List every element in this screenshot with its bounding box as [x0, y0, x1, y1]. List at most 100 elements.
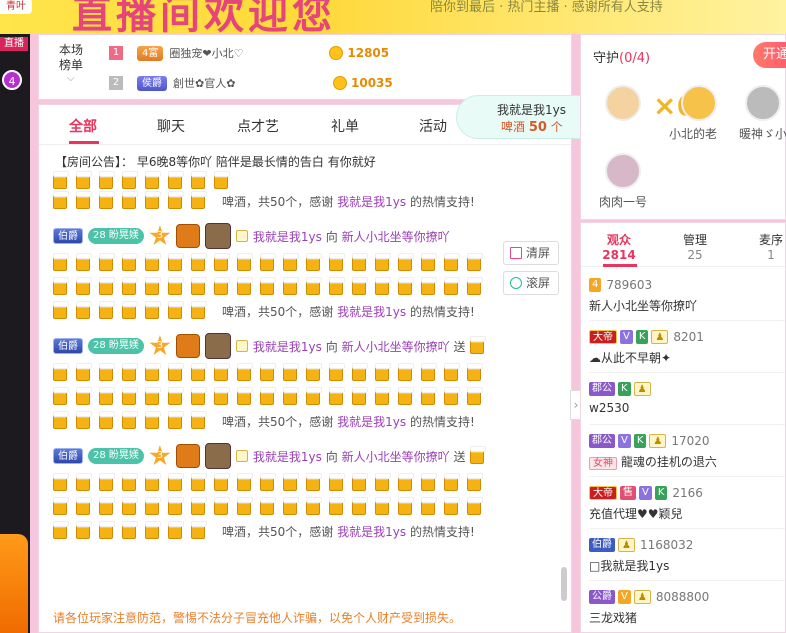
open-guardian-button[interactable]: 开通 — [753, 42, 786, 68]
beer-icon — [329, 363, 345, 381]
tab-gift-list[interactable]: 礼单 — [331, 116, 359, 136]
beer-icon — [375, 387, 391, 405]
tab-managers[interactable]: 管理 25 — [675, 231, 715, 262]
beer-icon — [352, 277, 368, 295]
audience-row[interactable]: 伯爵 ♟ 1168032 □我就是我1ys — [589, 535, 785, 581]
tab-chat[interactable]: 聊天 — [157, 116, 185, 136]
rank-row[interactable]: 1 4富 圈独宠❤小北♡ 12805 — [109, 43, 389, 63]
audience-row[interactable]: 郡公 V K ♟ 17020 女神 龍魂の挂机の退六 — [589, 431, 785, 477]
gift-promo-icon[interactable] — [0, 534, 28, 633]
audience-row[interactable]: 公爵 V ♟ 8088800 三龙戏猪 — [589, 587, 785, 632]
auto-scroll-button[interactable]: 滚屏 — [503, 271, 559, 295]
beer-icon — [398, 277, 414, 295]
audience-row[interactable]: 大帝 V K ♟ 8201 ☁从此不早朝✦ — [589, 327, 785, 373]
tab-all[interactable]: 全部 — [69, 116, 97, 136]
guardian-avatar[interactable] — [681, 85, 717, 121]
user-name-line: 女神 龍魂の挂机の退六 — [589, 453, 785, 471]
beer-icon — [168, 411, 184, 429]
ranking-label: 本场榜单 — [59, 43, 84, 72]
gift-message-header: 伯爵 28 盼晃媄 3 我就是我1ys 向 新人小北坐等你撩吖 送 — [53, 441, 559, 471]
tab-mic-queue[interactable]: 麦序 1 — [751, 231, 785, 262]
beer-icon — [375, 497, 391, 515]
beer-icon — [237, 277, 253, 295]
user-id: 2166 — [672, 486, 703, 500]
user-name: 三龙戏猪 — [589, 611, 638, 625]
clear-screen-button[interactable]: 清屏 — [503, 241, 559, 265]
beer-icon — [99, 363, 115, 381]
guardian-avatar[interactable] — [745, 85, 781, 121]
audience-row[interactable]: 4 789603 新人小北坐等你撩吖 — [589, 275, 785, 321]
beer-icon — [352, 497, 368, 515]
beer-icon — [99, 521, 115, 539]
beer-icon — [283, 387, 299, 405]
live-tag[interactable]: 直播 — [0, 37, 28, 51]
skull-icon — [204, 333, 231, 359]
beer-icon — [444, 363, 460, 381]
audience-row[interactable]: 郡公 K ♟ w2530 — [589, 379, 785, 425]
chevron-down-icon[interactable]: ⌵ — [67, 73, 75, 84]
beer-icon — [122, 521, 138, 539]
check-circle-icon — [510, 277, 522, 289]
k-badge: K — [635, 330, 649, 344]
rank-user-name[interactable]: 圈独宠❤小北♡ — [169, 45, 329, 61]
guardian-avatar[interactable] — [605, 153, 641, 189]
k-badge: K — [618, 382, 631, 396]
beer-icon — [444, 277, 460, 295]
thanks-user[interactable]: 我就是我1ys — [337, 195, 406, 209]
rank-user-name[interactable]: 創世✿官人✿ — [173, 75, 333, 91]
beer-icon — [122, 387, 138, 405]
guardian-name[interactable]: 小北的老 — [669, 125, 717, 142]
beer-icon — [283, 363, 299, 381]
thanks-user[interactable]: 我就是我1ys — [337, 525, 406, 539]
top-banner: 青叶 直播间欢迎您 陪你到最后 · 热门主播 · 感谢所有人支持 — [0, 0, 786, 34]
trash-icon — [510, 247, 522, 259]
beer-icon — [122, 363, 138, 381]
beer-icon — [306, 387, 322, 405]
beer-icon — [329, 473, 345, 491]
beer-icon — [76, 473, 92, 491]
beer-icon — [329, 497, 345, 515]
ranking-panel: 本场榜单 ⌵ 1 4富 圈独宠❤小北♡ 12805 2 侯爵 創世✿官人✿ 10… — [38, 34, 572, 100]
beer-row: 啤酒，共50个，感谢 我就是我1ys 的热情支持! — [53, 519, 559, 543]
notification-count[interactable]: 4 — [2, 70, 22, 90]
chat-scrollbar[interactable] — [561, 567, 567, 601]
beer-row — [53, 495, 559, 519]
user-name: 充值代理♥♥颖兒 — [589, 507, 683, 521]
beer-icon — [53, 473, 69, 491]
noble-badge: 伯爵 — [53, 338, 83, 354]
beer-icon — [99, 171, 115, 189]
beer-icon — [237, 363, 253, 381]
beer-icon — [191, 301, 207, 319]
beer-icon — [76, 521, 92, 539]
rank-row[interactable]: 2 侯爵 創世✿官人✿ 10035 — [109, 73, 393, 93]
beer-icon — [122, 473, 138, 491]
beer-icon — [352, 387, 368, 405]
beer-icon — [260, 473, 276, 491]
beer-icon — [53, 411, 69, 429]
beer-icon — [329, 253, 345, 271]
beer-icon — [99, 387, 115, 405]
left-sidebar: 直播 4 — [0, 34, 30, 633]
tab-audience[interactable]: 观众 2814 — [599, 231, 639, 262]
beer-row — [53, 171, 559, 189]
beer-icon — [352, 363, 368, 381]
tab-talent[interactable]: 点才艺 — [237, 116, 279, 136]
thanks-user[interactable]: 我就是我1ys — [337, 305, 406, 319]
beer-icon — [260, 387, 276, 405]
beer-icon — [444, 387, 460, 405]
chat-panel: 全部 聊天 点才艺 礼单 活动 【房间公告】： 早6晚8等你吖 陪伴是最长情的告… — [38, 104, 572, 633]
user-name: □我就是我1ys — [589, 559, 670, 573]
beer-icon — [352, 473, 368, 491]
audience-row[interactable]: 大帝售 V K 2166 充值代理♥♥颖兒 — [589, 483, 785, 529]
guardian-name[interactable]: 暖神ゞ小 — [739, 125, 786, 142]
tab-activity[interactable]: 活动 — [419, 116, 447, 136]
guardian-name[interactable]: 肉肉一号 — [599, 193, 647, 210]
guardian-avatar[interactable] — [605, 85, 641, 121]
beer-icon — [76, 497, 92, 515]
beer-icon — [145, 387, 161, 405]
thanks-user[interactable]: 我就是我1ys — [337, 415, 406, 429]
rank-number: 1 — [109, 46, 123, 60]
beer-icon — [122, 191, 138, 209]
rank-score: 10035 — [351, 76, 393, 90]
beer-icon — [122, 253, 138, 271]
